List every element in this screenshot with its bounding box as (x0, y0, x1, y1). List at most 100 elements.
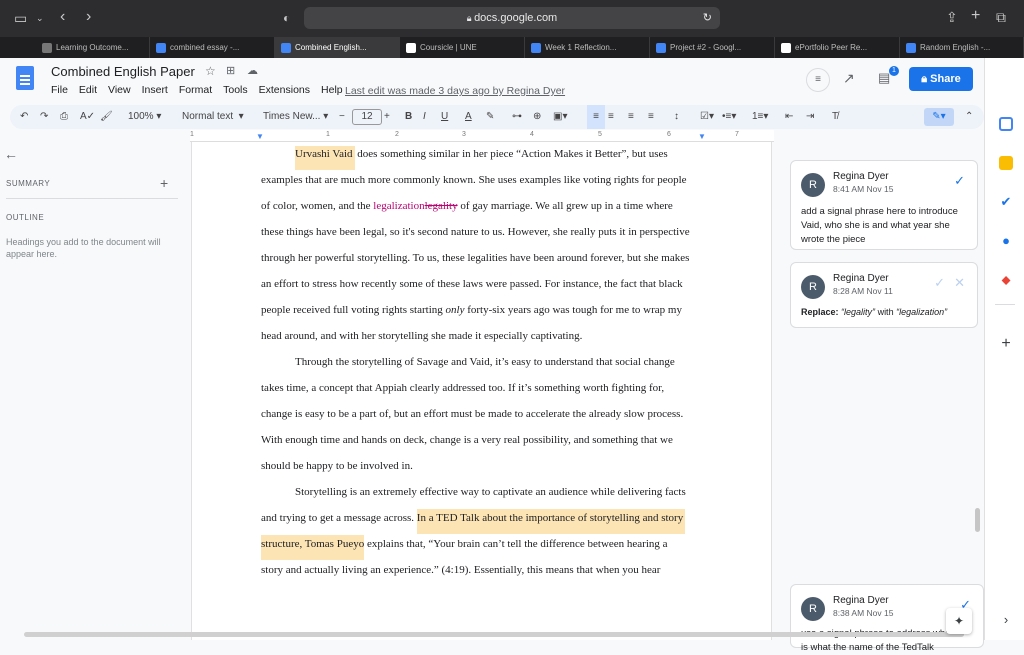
explore-icon[interactable]: ✦ (946, 608, 972, 634)
print-icon[interactable]: ⎙ (60, 105, 68, 129)
document-title[interactable]: Combined English Paper (51, 64, 195, 79)
browser-tab[interactable]: Learning Outcome... (0, 37, 150, 58)
line-spacing-icon[interactable]: ↕ (674, 105, 679, 129)
highlight-icon[interactable]: ✎ (486, 105, 494, 129)
comment-history-icon[interactable]: ≡ (806, 68, 830, 92)
move-folder-icon[interactable]: ⊞ (226, 64, 235, 77)
scrollbar-thumb[interactable] (975, 508, 980, 532)
menu-extensions[interactable]: Extensions (259, 84, 310, 96)
browser-tab[interactable]: Week 1 Reflection... (525, 37, 650, 58)
back-arrow-icon[interactable]: ← (4, 146, 18, 162)
text-line-17: story and actually living an experience.… (261, 564, 661, 576)
maps-icon[interactable]: ⬥ (999, 273, 1013, 287)
justify-icon[interactable]: ≡ (648, 105, 654, 129)
suggestion-card[interactable]: R Regina Dyer 8:28 AM Nov 11 ✓ ✕ Replace… (790, 262, 978, 328)
browser-tab[interactable]: Project #2 - Googl... (650, 37, 775, 58)
menu-file[interactable]: File (51, 84, 68, 96)
docs-logo-icon[interactable] (16, 66, 34, 90)
share-icon[interactable]: ⇪ (946, 8, 958, 26)
style-select[interactable]: Normal text ▾ (182, 105, 244, 129)
bold-icon[interactable]: B (405, 105, 412, 129)
clear-formatting-icon[interactable]: T̸ (832, 105, 838, 129)
share-button[interactable]: 🔒︎ Share (909, 67, 973, 91)
increase-indent-icon[interactable]: ⇥ (806, 105, 814, 129)
cloud-status-icon[interactable]: ☁ (247, 64, 258, 77)
tab-label: Coursicle | UNE (420, 43, 477, 52)
back-icon[interactable]: ‹ (60, 8, 65, 26)
menu-format[interactable]: Format (179, 84, 212, 96)
suggested-insertion[interactable]: legalization (373, 200, 424, 212)
link-icon[interactable]: ⊶ (512, 105, 522, 129)
browser-tab[interactable]: combined essay -... (150, 37, 275, 58)
browser-tab[interactable]: ePortfolio Peer Re... (775, 37, 900, 58)
text-line-6: an effort to stress how recently some of… (261, 278, 683, 290)
tab-overview-icon[interactable]: ⧉ (996, 8, 1006, 26)
forward-icon[interactable]: › (86, 8, 91, 26)
browser-tab[interactable]: Random English -... (900, 37, 1024, 58)
activity-trend-icon[interactable]: ↗ (843, 70, 855, 87)
insert-image-icon[interactable]: ▣▾ (553, 105, 567, 129)
sidebar-toggle-icon[interactable]: ▭ (14, 9, 27, 27)
last-edit-link[interactable]: Last edit was made 3 days ago by Regina … (345, 85, 565, 97)
paint-format-icon[interactable]: 🖌︎ (100, 105, 113, 129)
add-app-icon[interactable]: + (999, 336, 1013, 352)
keep-icon[interactable] (999, 156, 1013, 170)
text-color-icon[interactable]: A (465, 105, 472, 129)
menu-help[interactable]: Help (321, 84, 343, 96)
comment-card[interactable]: R Regina Dyer 8:41 AM Nov 15 ✓ add a sig… (790, 160, 978, 250)
undo-icon[interactable]: ↶ (20, 105, 28, 129)
ruler-number: 2 (395, 131, 399, 138)
outline-placeholder: Headings you add to the document will ap… (6, 237, 161, 259)
highlighted-text[interactable]: structure, Tomas Pueyo (261, 535, 365, 560)
new-tab-icon[interactable]: + (971, 7, 980, 25)
ruler[interactable]: 1 1 2 3 4 5 6 7 ▼ ▼ (190, 130, 774, 142)
add-comment-icon[interactable]: ⊕ (533, 105, 541, 129)
tasks-icon[interactable]: ✔ (999, 195, 1013, 209)
align-left-icon[interactable]: ≡ (587, 105, 605, 129)
highlighted-text[interactable]: Urvashi Vaid (295, 146, 355, 170)
calendar-icon[interactable] (999, 117, 1013, 131)
browser-tab[interactable]: Combined English... (275, 37, 400, 58)
address-bar[interactable]: 🔒︎ docs.google.com ↻ (304, 7, 720, 29)
text-line-2: examples that are much more commonly kno… (261, 174, 687, 186)
reload-icon[interactable]: ↻ (703, 7, 712, 29)
ruler-number: 4 (530, 131, 534, 138)
menu-edit[interactable]: Edit (79, 84, 97, 96)
decrease-font-icon[interactable]: − (339, 105, 345, 129)
chevron-down-icon[interactable]: ⌄ (36, 9, 44, 27)
shield-icon[interactable]: ◐ (283, 9, 290, 27)
indent-marker-icon[interactable]: ▼ (256, 132, 264, 141)
star-icon[interactable]: ☆ (205, 64, 216, 78)
italic-icon[interactable]: I (423, 105, 426, 129)
increase-font-icon[interactable]: + (384, 105, 390, 129)
resolve-check-icon[interactable]: ✓ (954, 173, 965, 189)
redo-icon[interactable]: ↷ (40, 105, 48, 129)
align-center-icon[interactable]: ≡ (608, 105, 614, 129)
zoom-select[interactable]: 100% ▾ (128, 105, 161, 129)
underline-icon[interactable]: U (441, 105, 448, 129)
collapse-menu-icon[interactable]: ⌃ (965, 105, 973, 129)
accept-check-icon[interactable]: ✓ (934, 275, 945, 291)
highlighted-text[interactable]: In a TED Talk about the importance of st… (416, 509, 686, 534)
menu-tools[interactable]: Tools (223, 84, 248, 96)
suggested-deletion[interactable]: legality (425, 200, 458, 212)
checklist-icon[interactable]: ☑▾ (700, 105, 714, 129)
document-page[interactable]: Urvashi Vaid does something similar in h… (191, 142, 772, 640)
decrease-indent-icon[interactable]: ⇤ (785, 105, 793, 129)
right-indent-marker-icon[interactable]: ▼ (698, 132, 706, 141)
font-size-input[interactable]: 12 (352, 109, 382, 125)
contacts-icon[interactable]: ● (999, 234, 1013, 248)
numbered-list-icon[interactable]: 1≡▾ (752, 105, 768, 129)
align-right-icon[interactable]: ≡ (628, 105, 634, 129)
horizontal-scrollbar[interactable] (24, 632, 964, 637)
spellcheck-icon[interactable]: A✓ (80, 105, 95, 129)
font-select[interactable]: Times New... ▾ (263, 105, 328, 129)
browser-tab[interactable]: Coursicle | UNE (400, 37, 525, 58)
menu-insert[interactable]: Insert (142, 84, 168, 96)
bullet-list-icon[interactable]: •≡▾ (722, 105, 736, 129)
menu-view[interactable]: View (108, 84, 131, 96)
expand-panel-icon[interactable]: › (999, 613, 1013, 627)
add-summary-icon[interactable]: + (160, 175, 168, 191)
suggesting-mode-icon[interactable]: ✎▾ (924, 108, 954, 126)
reject-x-icon[interactable]: ✕ (954, 275, 965, 291)
